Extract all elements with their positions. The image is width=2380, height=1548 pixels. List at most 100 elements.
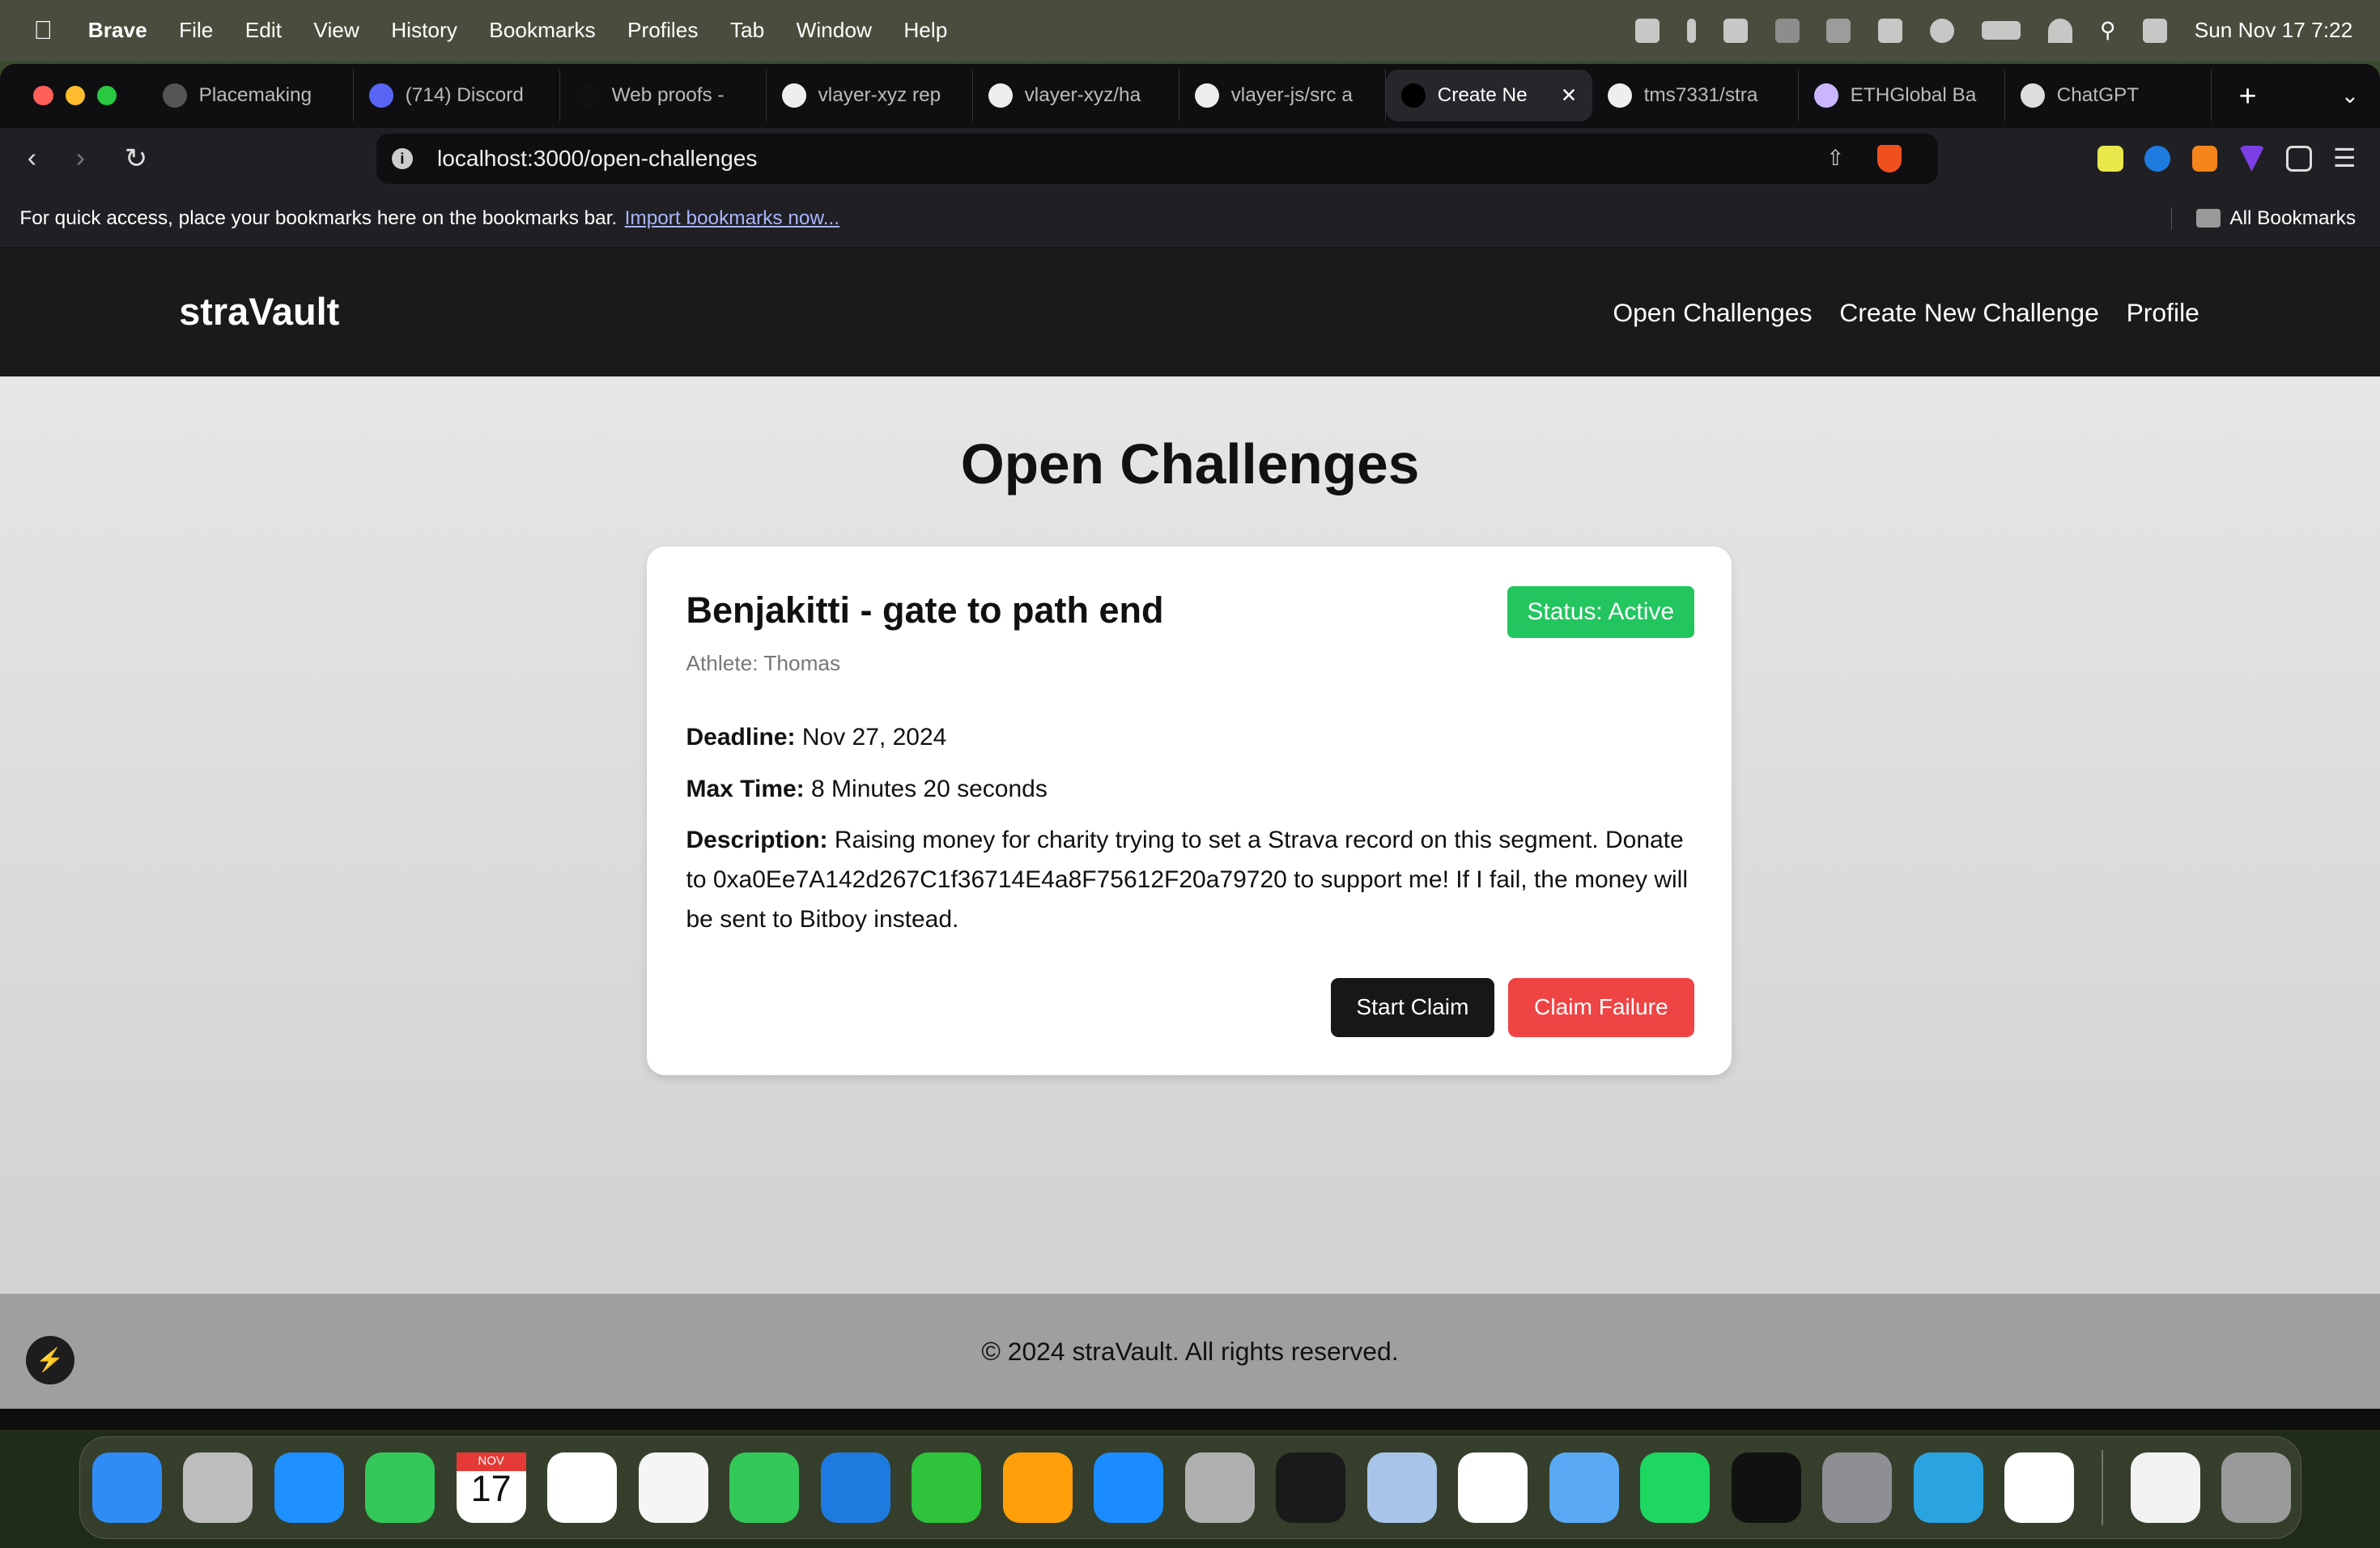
window-icon[interactable]: [1723, 18, 1748, 43]
slack-icon[interactable]: [1458, 1452, 1528, 1523]
search-icon[interactable]: ⚲: [2100, 18, 2115, 43]
cursor-icon[interactable]: [1731, 1452, 1801, 1523]
system-settings-icon[interactable]: [1822, 1452, 1893, 1523]
clock[interactable]: Sun Nov 17 7:22: [2195, 18, 2353, 43]
back-button[interactable]: ‹: [28, 142, 49, 174]
brave-shields-icon[interactable]: [1877, 145, 1902, 172]
app-store-icon[interactable]: [1094, 1452, 1164, 1523]
max-time-value: 8 Minutes 20 seconds: [811, 775, 1048, 802]
notification-icon[interactable]: [1635, 18, 1660, 43]
arrows-icon[interactable]: [1686, 18, 1697, 43]
claim-failure-button[interactable]: Claim Failure: [1508, 977, 1694, 1037]
address-bar[interactable]: i localhost:3000/open-challenges ⇧: [376, 134, 1939, 184]
all-bookmarks-button[interactable]: All Bookmarks: [2171, 206, 2356, 230]
extension-1-icon[interactable]: [2097, 146, 2124, 172]
calendar-icon[interactable]: NOV 17: [456, 1452, 526, 1523]
page-title: Open Challenges: [960, 432, 1420, 495]
control-center-icon[interactable]: [2142, 18, 2167, 43]
menu-edit[interactable]: Edit: [245, 18, 282, 43]
tab-5[interactable]: vlayer-js/src a: [1179, 70, 1386, 121]
menu-window[interactable]: Window: [797, 18, 872, 43]
import-bookmarks-link[interactable]: Import bookmarks now...: [625, 207, 839, 230]
network-check-icon[interactable]: [1878, 18, 1903, 43]
share-icon[interactable]: ⇧: [1826, 146, 1844, 171]
close-window-button[interactable]: [33, 85, 53, 106]
tab-favicon-icon: [575, 83, 600, 108]
challenge-title: Benjakitti - gate to path end: [686, 589, 1164, 631]
extension-2-icon[interactable]: [2144, 146, 2171, 172]
tab-2[interactable]: Web proofs -: [560, 70, 767, 121]
keychain-icon[interactable]: [1549, 1452, 1619, 1523]
nav-create-new-challenge[interactable]: Create New Challenge: [1839, 298, 2099, 328]
new-tab-button[interactable]: +: [2239, 79, 2257, 113]
tab-9[interactable]: ChatGPT: [2005, 70, 2212, 121]
trash-icon[interactable]: [2221, 1452, 2292, 1523]
menu-file[interactable]: File: [179, 18, 213, 43]
terminal-icon[interactable]: [1276, 1452, 1346, 1523]
menu-bookmarks[interactable]: Bookmarks: [489, 18, 595, 43]
reminders-icon[interactable]: [547, 1452, 618, 1523]
battery-icon[interactable]: [1981, 21, 2021, 40]
start-claim-button[interactable]: Start Claim: [1330, 977, 1495, 1037]
iphone-mirroring-icon[interactable]: [1184, 1452, 1255, 1523]
menu-profiles[interactable]: Profiles: [627, 18, 699, 43]
menu-help[interactable]: Help: [903, 18, 947, 43]
vpn-icon[interactable]: [1774, 18, 1800, 43]
web-page: straVault Open Challenges Create New Cha…: [0, 247, 2380, 1409]
minimize-window-button[interactable]: [65, 85, 85, 106]
hamburger-menu-icon[interactable]: ☰: [2333, 145, 2359, 172]
url-text[interactable]: localhost:3000/open-challenges: [437, 146, 757, 172]
menu-history[interactable]: History: [391, 18, 457, 43]
info-icon[interactable]: i: [391, 147, 413, 170]
facetime-icon[interactable]: [365, 1452, 436, 1523]
vlayer-extension-icon[interactable]: [2238, 146, 2265, 172]
close-tab-icon[interactable]: ✕: [1561, 83, 1577, 108]
document-icon[interactable]: [2130, 1452, 2200, 1523]
disk-icon[interactable]: [1826, 18, 1851, 43]
reload-button[interactable]: ↻: [125, 142, 147, 175]
metamask-icon[interactable]: [2191, 146, 2218, 172]
tab-3[interactable]: vlayer-xyz rep: [767, 70, 973, 121]
nav-open-challenges[interactable]: Open Challenges: [1613, 298, 1812, 328]
pages-icon[interactable]: [1002, 1452, 1073, 1523]
telegram-icon[interactable]: [1913, 1452, 1983, 1523]
spotify-icon[interactable]: [1640, 1452, 1711, 1523]
play-icon[interactable]: [1929, 18, 1954, 43]
launchpad-icon[interactable]: [183, 1452, 253, 1523]
site-logo[interactable]: straVault: [179, 290, 339, 334]
keynote-icon[interactable]: [820, 1452, 890, 1523]
tab-list-chevron-icon[interactable]: ⌄: [2341, 83, 2359, 108]
tab-8[interactable]: ETHGlobal Ba: [1799, 70, 2005, 121]
finder-icon[interactable]: [91, 1452, 162, 1523]
toolbar: ‹ › ↻ i localhost:3000/open-challenges ⇧…: [0, 128, 2380, 190]
dock: NOV 17: [79, 1435, 2301, 1540]
tab-0[interactable]: Placemaking: [147, 70, 354, 121]
menu-view[interactable]: View: [313, 18, 359, 43]
tab-4[interactable]: vlayer-xyz/ha: [973, 70, 1179, 121]
menu-app-name[interactable]: Brave: [88, 18, 147, 43]
extensions-puzzle-icon[interactable]: [2285, 146, 2312, 172]
messages-icon[interactable]: [729, 1452, 800, 1523]
numbers-icon[interactable]: [912, 1452, 982, 1523]
zoom-window-button[interactable]: [97, 85, 117, 106]
freeform-icon[interactable]: [638, 1452, 708, 1523]
lightning-icon[interactable]: ⚡: [25, 1336, 74, 1384]
mail-icon[interactable]: [274, 1452, 344, 1523]
tab-label: Placemaking: [198, 84, 312, 107]
menu-tab[interactable]: Tab: [730, 18, 764, 43]
preview-icon[interactable]: [1366, 1452, 1437, 1523]
tab-1[interactable]: (714) Discord: [354, 70, 560, 121]
apple-icon[interactable]: : [33, 15, 64, 45]
tab-6[interactable]: Create Ne ✕: [1385, 70, 1592, 121]
tab-7[interactable]: tms7331/stra: [1592, 70, 1799, 121]
tab-label: Create Ne: [1437, 84, 1528, 107]
tab-favicon-icon: [781, 83, 806, 108]
footer-copyright: © 2024 straVault. All rights reserved.: [981, 1336, 1399, 1366]
folder-icon: [2196, 209, 2221, 228]
wifi-icon[interactable]: [2048, 18, 2073, 43]
tab-label: Web proofs -: [611, 84, 725, 107]
nav-profile[interactable]: Profile: [2127, 298, 2199, 328]
forward-button[interactable]: ›: [76, 142, 97, 174]
brave-icon[interactable]: [2004, 1452, 2075, 1523]
description-value: Raising money for charity trying to set …: [686, 827, 1689, 933]
